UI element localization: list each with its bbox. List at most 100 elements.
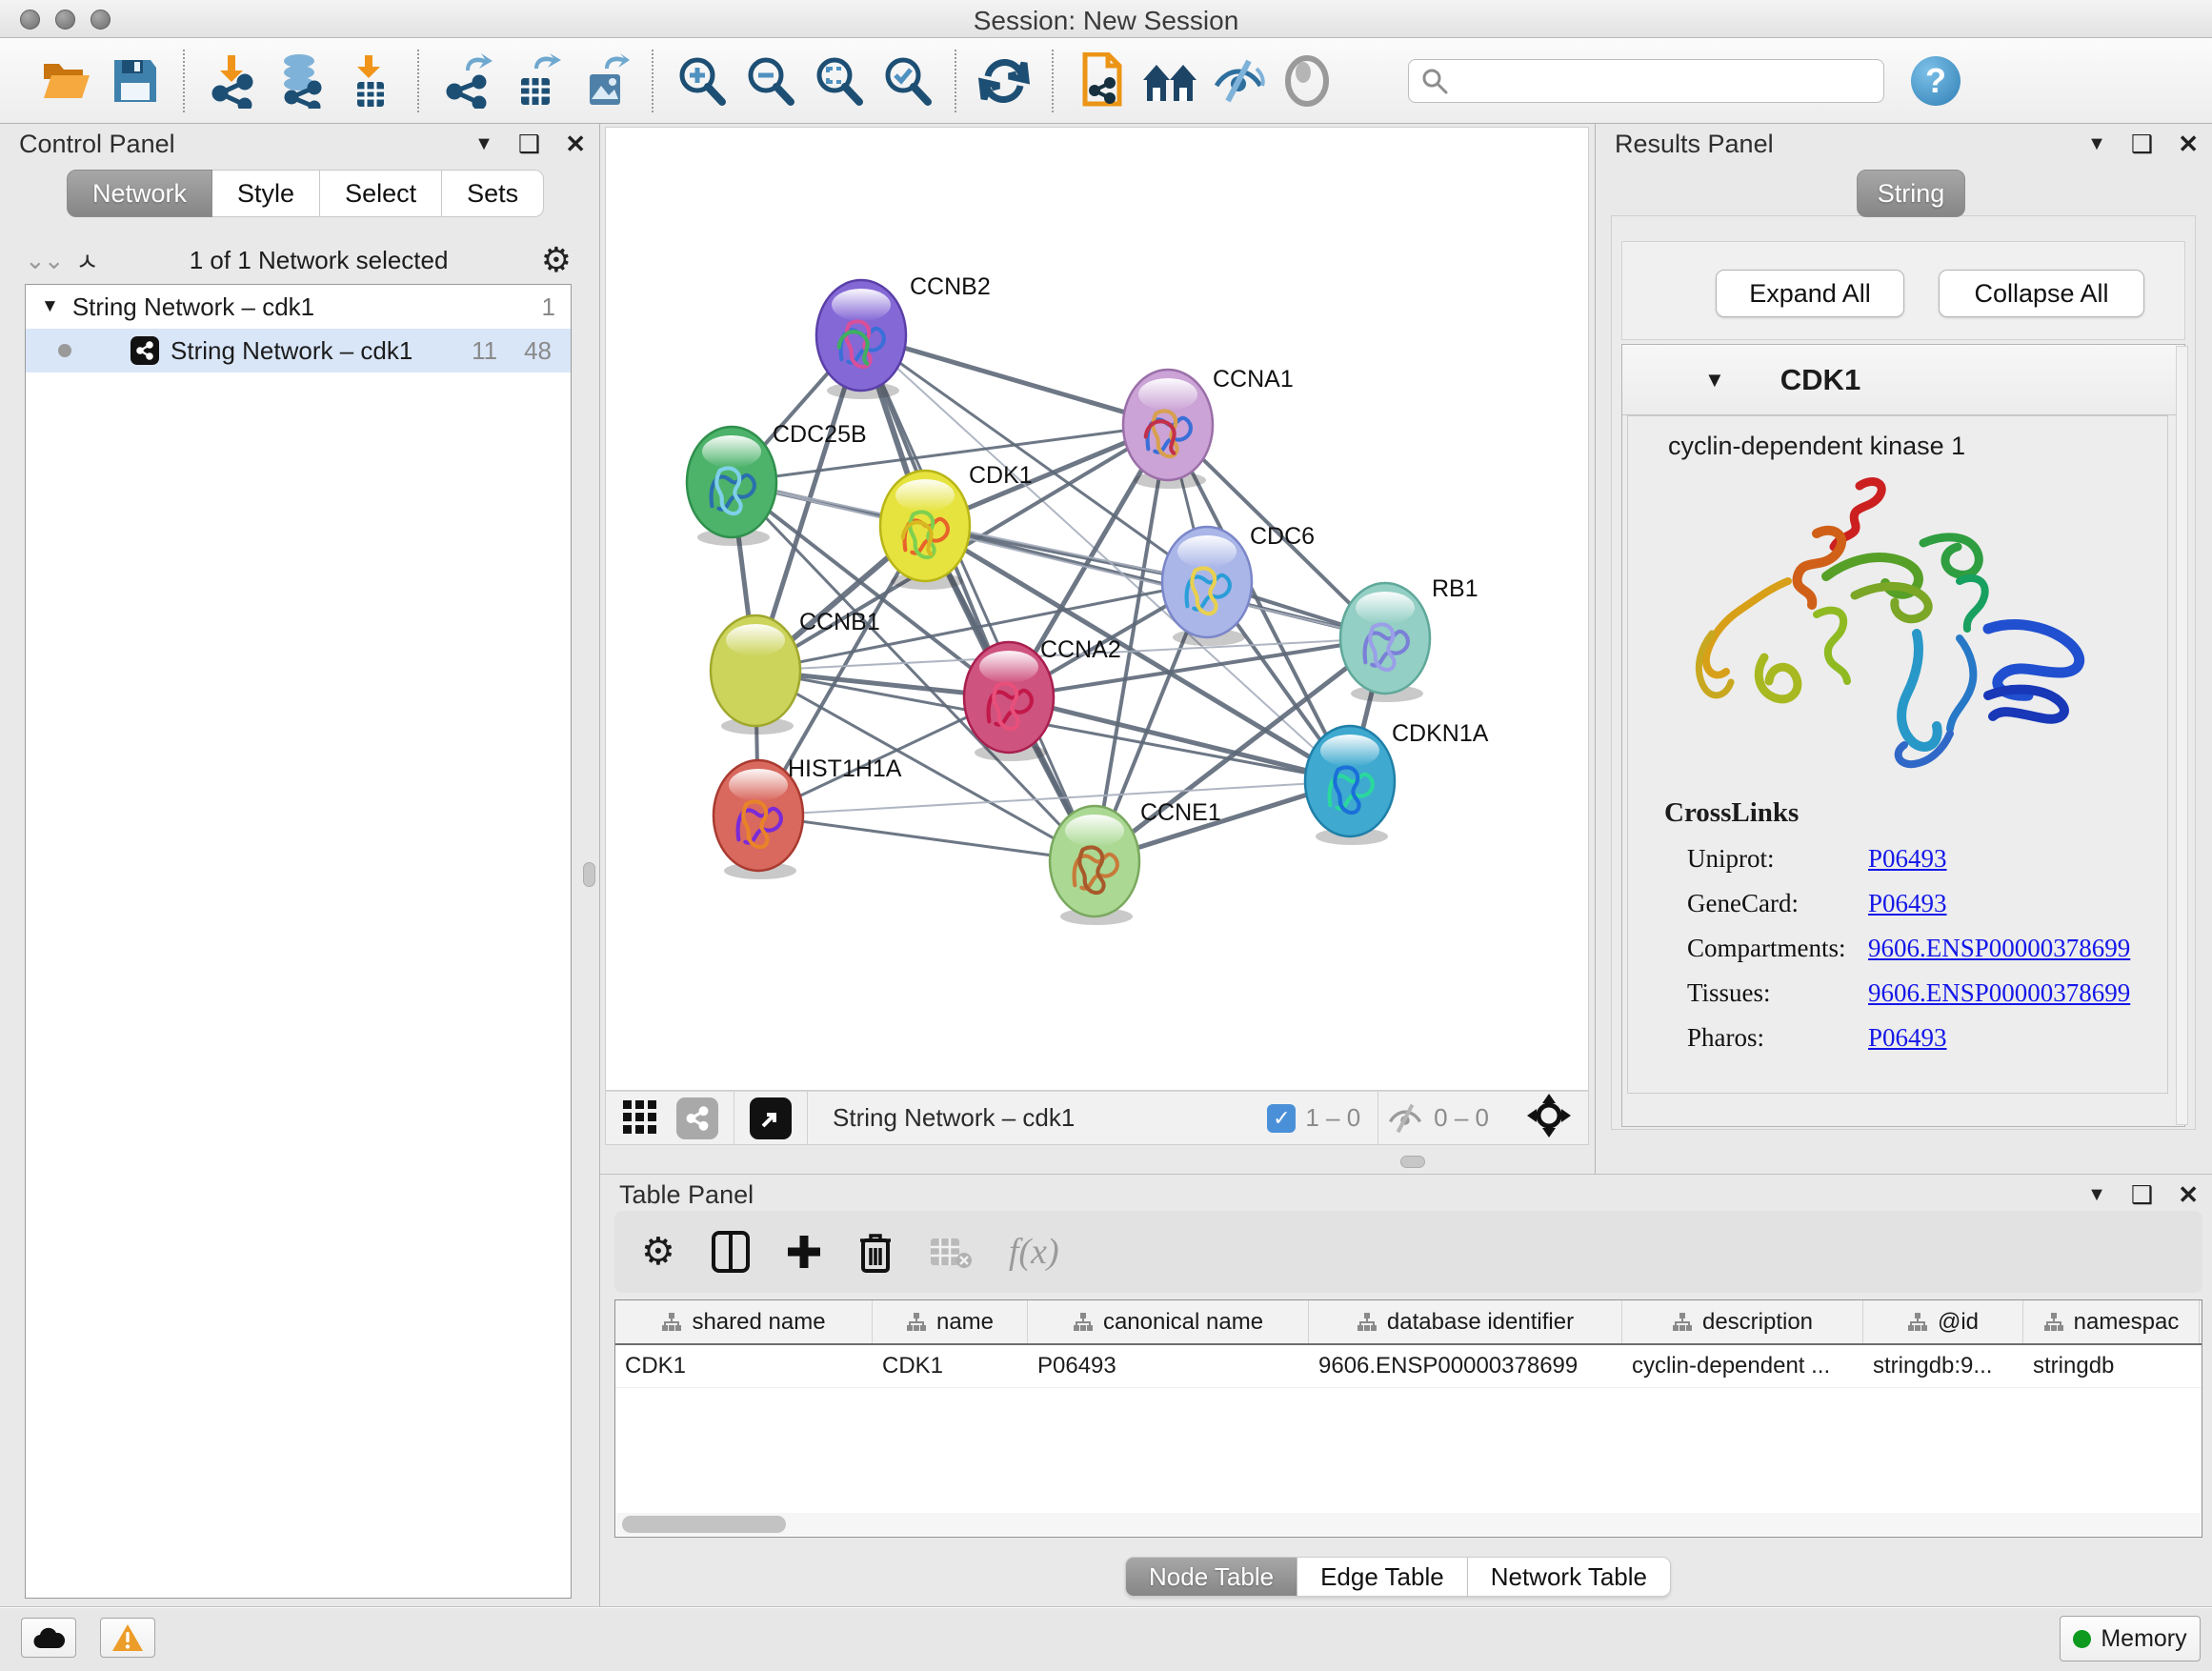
crosslink-link[interactable]: P06493 bbox=[1868, 889, 1947, 918]
selected-checkbox-icon[interactable]: ✓ bbox=[1267, 1104, 1296, 1133]
crosslink-link[interactable]: P06493 bbox=[1868, 844, 1947, 874]
expand-all-networks-icon[interactable]: ⌄⌄ bbox=[25, 246, 63, 275]
network-node-RB1[interactable]: RB1 bbox=[1340, 575, 1478, 702]
export-network-button[interactable] bbox=[432, 46, 501, 116]
refresh-view-button[interactable] bbox=[970, 46, 1038, 116]
crosslink-link[interactable]: 9606.ENSP00000378699 bbox=[1868, 934, 2130, 963]
preview-button[interactable] bbox=[1273, 46, 1341, 116]
expand-all-button[interactable]: Expand All bbox=[1716, 270, 1904, 317]
network-node-CCNA1[interactable]: CCNA1 bbox=[1123, 366, 1294, 489]
export-table-button[interactable] bbox=[501, 46, 570, 116]
column-header-databaseidentifier[interactable]: database identifier bbox=[1309, 1300, 1622, 1343]
zoom-in-button[interactable] bbox=[667, 46, 735, 116]
collapse-all-button[interactable]: Collapse All bbox=[1939, 270, 2144, 317]
crosslinks-heading: CrossLinks bbox=[1664, 797, 2167, 829]
table-cell[interactable]: 9606.ENSP00000378699 bbox=[1309, 1345, 1622, 1387]
birds-eye-view-button[interactable] bbox=[621, 1097, 659, 1139]
table-options-gear-icon[interactable]: ⚙ bbox=[641, 1230, 675, 1274]
open-external-button[interactable] bbox=[750, 1097, 792, 1139]
save-session-button[interactable] bbox=[101, 46, 170, 116]
tab-network-table[interactable]: Network Table bbox=[1468, 1557, 1671, 1597]
panel-menu-icon[interactable]: ▼ bbox=[2087, 134, 2106, 153]
network-row-selected[interactable]: String Network – cdk1 11 48 bbox=[26, 329, 571, 372]
column-header-canonicalname[interactable]: canonical name bbox=[1028, 1300, 1309, 1343]
memory-button[interactable]: Memory bbox=[2060, 1616, 2201, 1661]
selected-nodes-edges-count: 1 – 0 bbox=[1305, 1103, 1360, 1133]
network-node-HIST1H1A[interactable]: HIST1H1A bbox=[714, 755, 902, 879]
horizontal-splitter-grip[interactable] bbox=[1400, 1156, 1425, 1168]
close-panel-icon[interactable]: ✕ bbox=[565, 131, 586, 156]
table-cell[interactable]: cyclin-dependent ... bbox=[1622, 1345, 1863, 1387]
import-network-file-button[interactable] bbox=[198, 46, 267, 116]
scrollbar-thumb[interactable] bbox=[622, 1516, 786, 1533]
search-input[interactable] bbox=[1449, 68, 1849, 94]
string-app-icon bbox=[131, 336, 159, 365]
delete-column-trash-icon[interactable] bbox=[858, 1231, 893, 1273]
table-cell[interactable]: CDK1 bbox=[615, 1345, 873, 1387]
network-node-CDKN1A[interactable]: CDKN1A bbox=[1305, 720, 1489, 845]
network-collection-row[interactable]: ▼ String Network – cdk1 1 bbox=[26, 285, 571, 329]
collection-expand-icon[interactable]: ▼ bbox=[41, 296, 59, 317]
tab-network[interactable]: Network bbox=[67, 170, 212, 217]
column-header-description[interactable]: description bbox=[1622, 1300, 1863, 1343]
string-overlay-button[interactable] bbox=[676, 1097, 718, 1139]
panel-menu-icon[interactable]: ▼ bbox=[2087, 1185, 2106, 1204]
node-navigation-button[interactable] bbox=[1527, 1094, 1571, 1142]
toolbar-search-field[interactable] bbox=[1408, 59, 1884, 103]
float-panel-icon[interactable]: ❑ bbox=[2131, 131, 2153, 156]
network-edge-CCNE1-HIST1H1A[interactable] bbox=[758, 815, 1095, 861]
close-panel-icon[interactable]: ✕ bbox=[2178, 1182, 2199, 1207]
import-table-button[interactable] bbox=[335, 46, 404, 116]
network-node-CCNE1[interactable]: CCNE1 bbox=[1050, 799, 1221, 925]
close-panel-icon[interactable]: ✕ bbox=[2178, 131, 2199, 156]
network-edge-CCNB2-CCNE1[interactable] bbox=[861, 335, 1095, 861]
network-node-CCNB2[interactable]: CCNB2 bbox=[816, 273, 991, 399]
tab-edge-table[interactable]: Edge Table bbox=[1297, 1557, 1468, 1597]
string-home-button[interactable] bbox=[1136, 46, 1204, 116]
tab-sets[interactable]: Sets bbox=[442, 170, 544, 217]
warnings-button[interactable] bbox=[100, 1618, 155, 1658]
zoom-selected-button[interactable] bbox=[873, 46, 941, 116]
table-cell[interactable]: P06493 bbox=[1028, 1345, 1309, 1387]
cloud-status-button[interactable] bbox=[21, 1618, 76, 1658]
column-header-namespac[interactable]: namespac bbox=[2023, 1300, 2200, 1343]
column-header-sharedname[interactable]: shared name bbox=[615, 1300, 873, 1343]
float-panel-icon[interactable]: ❑ bbox=[518, 131, 540, 156]
network-edge-CCNB2-CCNA1[interactable] bbox=[861, 335, 1168, 425]
table-horizontal-scrollbar[interactable] bbox=[616, 1513, 2201, 1536]
table-cell[interactable]: stringdb:9... bbox=[1863, 1345, 2023, 1387]
column-header-id[interactable]: @id bbox=[1863, 1300, 2023, 1343]
zoom-fit-button[interactable] bbox=[804, 46, 873, 116]
tab-style[interactable]: Style bbox=[212, 170, 320, 217]
crosslink-link[interactable]: P06493 bbox=[1868, 1023, 1947, 1053]
node-table: shared namenamecanonical namedatabase id… bbox=[614, 1299, 2202, 1538]
float-panel-icon[interactable]: ❑ bbox=[2131, 1182, 2153, 1207]
help-button[interactable]: ? bbox=[1911, 56, 1961, 106]
create-column-plus-icon[interactable] bbox=[786, 1234, 822, 1270]
collapse-all-networks-icon[interactable]: ㅅ bbox=[76, 243, 97, 278]
export-image-button[interactable] bbox=[570, 46, 638, 116]
tab-string[interactable]: String bbox=[1857, 170, 1965, 217]
import-network-database-button[interactable] bbox=[267, 46, 335, 116]
zoom-out-button[interactable] bbox=[735, 46, 804, 116]
network-canvas[interactable]: CCNB2CCNA1CDC25BCDK1CDC6RB1CCNB1CCNA2CDK… bbox=[605, 127, 1589, 1091]
left-splitter-grip[interactable] bbox=[583, 862, 595, 887]
table-cell[interactable]: stringdb bbox=[2023, 1345, 2200, 1387]
open-session-button[interactable] bbox=[32, 46, 101, 116]
network-options-gear-icon[interactable]: ⚙ bbox=[541, 240, 572, 280]
protein-section-header[interactable]: ▼ CDK1 bbox=[1622, 345, 2184, 415]
expand-collapse-box: Expand All Collapse All bbox=[1621, 241, 2185, 340]
collapse-section-icon[interactable]: ▼ bbox=[1704, 368, 1725, 393]
table-row[interactable]: CDK1CDK1P064939606.ENSP00000378699cyclin… bbox=[615, 1345, 2202, 1388]
table-cell[interactable]: CDK1 bbox=[873, 1345, 1028, 1387]
column-header-name[interactable]: name bbox=[873, 1300, 1028, 1343]
crosslink-link[interactable]: 9606.ENSP00000378699 bbox=[1868, 978, 2130, 1008]
panel-menu-icon[interactable]: ▼ bbox=[474, 134, 493, 153]
show-columns-icon[interactable] bbox=[712, 1231, 750, 1273]
open-in-cybrowser-button[interactable] bbox=[1067, 46, 1136, 116]
show-hide-panels-button[interactable] bbox=[1204, 46, 1273, 116]
network-node-CCNB1[interactable]: CCNB1 bbox=[711, 609, 880, 735]
results-scrollbar[interactable] bbox=[2176, 346, 2188, 1125]
tab-select[interactable]: Select bbox=[320, 170, 442, 217]
tab-node-table[interactable]: Node Table bbox=[1125, 1557, 1297, 1597]
